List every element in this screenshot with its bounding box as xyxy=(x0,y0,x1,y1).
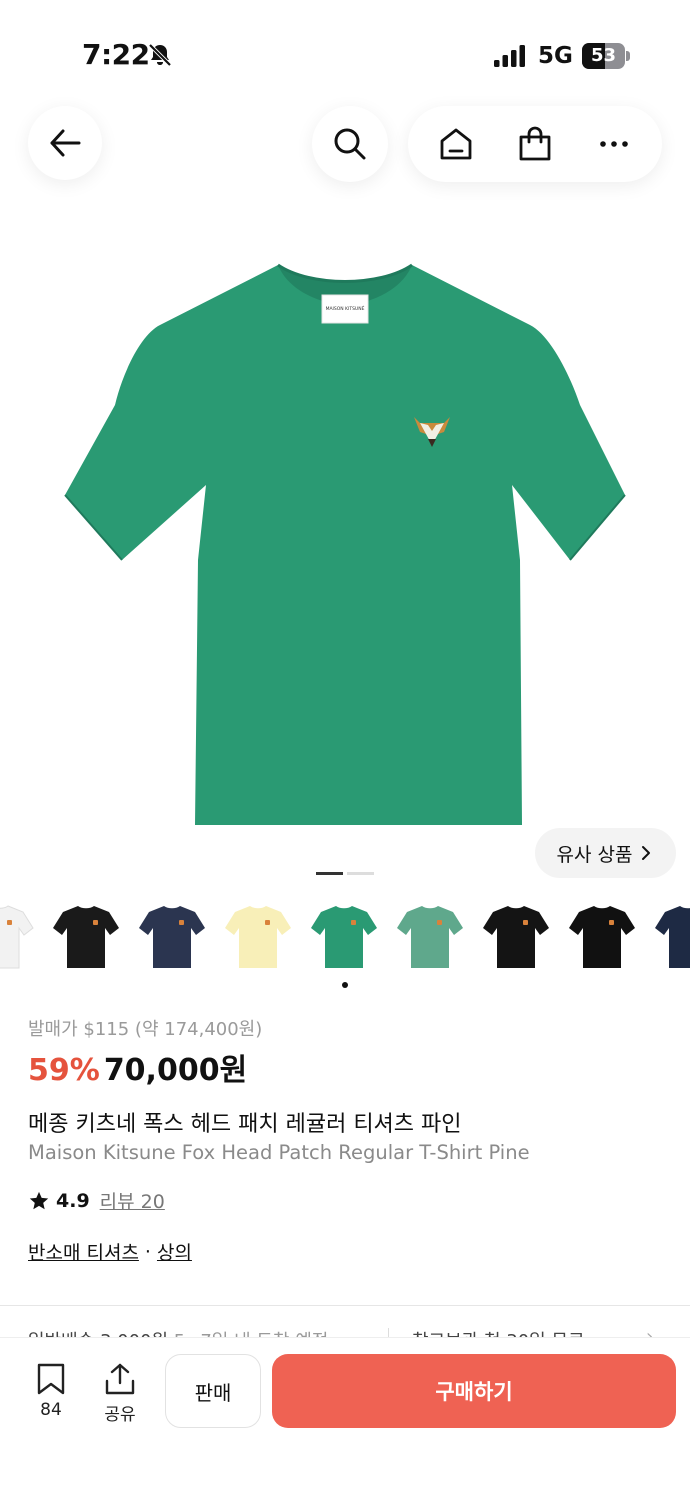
original-price: 발매가 $115 (약 174,400원) xyxy=(28,1019,263,1040)
shopping-bag-icon xyxy=(519,126,551,161)
category-breadcrumb: 반소매 티셔츠 · 상의 xyxy=(28,1238,192,1265)
shopping-bag-button[interactable] xyxy=(500,114,570,174)
image-pagination xyxy=(316,872,374,876)
signal-icon xyxy=(494,45,525,67)
battery-icon: 53 xyxy=(582,43,630,69)
discount-rate: 59% xyxy=(28,1053,100,1088)
header-action-group xyxy=(408,106,662,182)
network-label: 5G xyxy=(538,43,573,69)
sell-button[interactable]: 판매 xyxy=(165,1354,261,1428)
color-swatch[interactable] xyxy=(481,902,551,972)
arrow-left-icon xyxy=(50,129,81,157)
rating-row: 4.9 리뷰 20 xyxy=(28,1187,165,1214)
home-button[interactable] xyxy=(421,114,491,174)
similar-products-label: 유사 상품 xyxy=(556,843,633,866)
status-bar: 7:22 5G 53 xyxy=(0,0,690,110)
bookmark-icon xyxy=(37,1363,65,1395)
color-swatch[interactable] xyxy=(309,902,379,972)
color-swatch[interactable] xyxy=(223,902,293,972)
price-row: 59% 70,000원 xyxy=(28,1045,247,1089)
back-button[interactable] xyxy=(28,106,102,180)
product-image[interactable]: MAISON KITSUNÉ xyxy=(60,255,630,830)
category-link-primary[interactable]: 반소매 티셔츠 xyxy=(28,1238,139,1265)
bookmark-button[interactable]: 84 xyxy=(21,1362,81,1420)
search-button[interactable] xyxy=(312,106,388,182)
bottom-action-bar: 84 공유 판매 구매하기 xyxy=(0,1337,690,1500)
selected-swatch-indicator xyxy=(342,982,348,988)
tshirt-shape xyxy=(65,265,625,825)
color-swatch[interactable] xyxy=(395,902,465,972)
share-icon xyxy=(105,1363,135,1395)
share-button[interactable]: 공유 xyxy=(90,1362,150,1425)
product-name-korean: 메종 키츠네 폭스 헤드 패치 레귤러 티셔츠 파인 xyxy=(28,1112,462,1137)
star-icon xyxy=(29,1191,49,1209)
status-time: 7:22 xyxy=(82,38,150,71)
divider xyxy=(0,1305,690,1306)
similar-products-button[interactable]: 유사 상품 xyxy=(535,828,676,878)
rating-value: 4.9 xyxy=(56,1189,90,1212)
page-dot xyxy=(347,872,374,875)
color-swatch[interactable] xyxy=(51,902,121,972)
search-icon xyxy=(334,128,366,160)
color-swatch[interactable] xyxy=(137,902,207,972)
review-link[interactable]: 리뷰 20 xyxy=(100,1187,165,1214)
sale-price: 70,000원 xyxy=(103,1053,248,1088)
chevron-right-icon xyxy=(642,846,651,860)
bookmark-count: 84 xyxy=(40,1400,62,1420)
more-button[interactable] xyxy=(579,114,649,174)
product-name-english: Maison Kitsune Fox Head Patch Regular T-… xyxy=(28,1141,530,1164)
color-swatch[interactable] xyxy=(567,902,637,972)
bell-off-icon xyxy=(148,43,172,67)
category-link-secondary[interactable]: 상의 xyxy=(157,1238,192,1265)
battery-level: 53 xyxy=(590,45,617,66)
color-swatch[interactable] xyxy=(653,902,690,972)
page-dot xyxy=(316,872,343,875)
color-swatch-row xyxy=(0,900,690,974)
share-label: 공유 xyxy=(104,1405,136,1425)
color-swatch[interactable] xyxy=(0,902,35,972)
home-icon xyxy=(440,128,472,160)
more-horizontal-icon xyxy=(600,141,629,147)
category-separator: · xyxy=(144,1240,151,1263)
buy-button[interactable]: 구매하기 xyxy=(272,1354,676,1428)
